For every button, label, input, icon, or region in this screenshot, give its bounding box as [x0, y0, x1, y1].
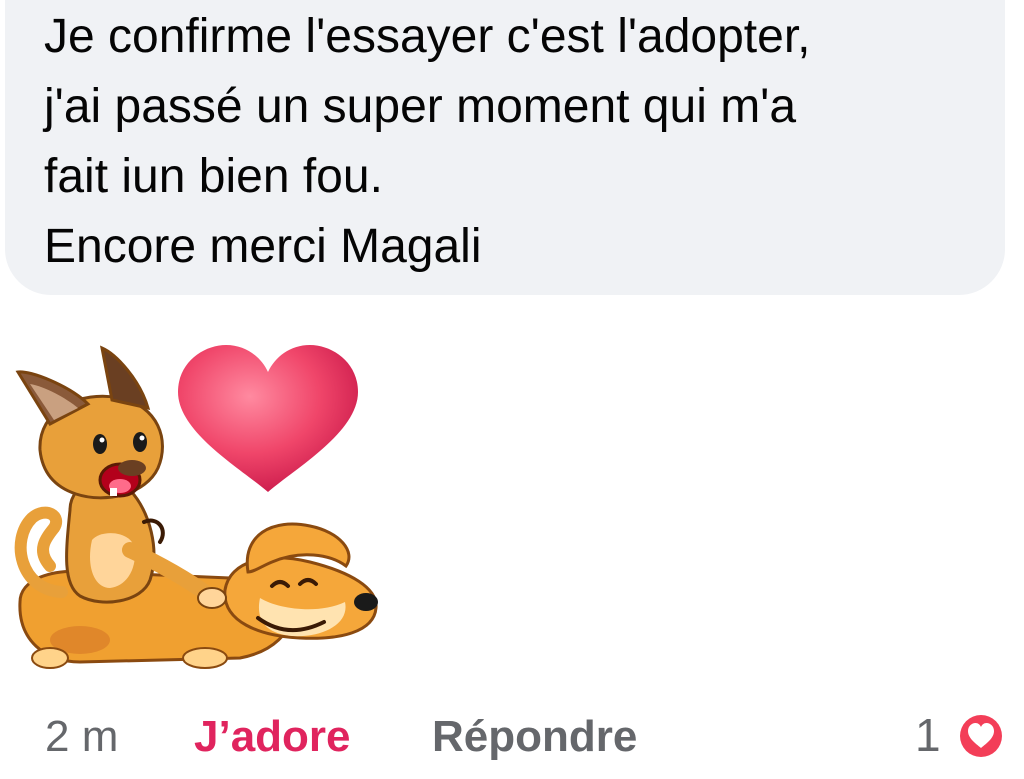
- comment-line: fait iun bien fou.: [44, 150, 383, 203]
- reaction-count[interactable]: 1: [915, 708, 941, 762]
- comment-line: Je confirme l'essayer c'est l'adopter,: [44, 10, 811, 63]
- comment-text: Je confirme l'essayer c'est l'adopter, j…: [44, 2, 994, 282]
- cat-and-dog-love-sticker[interactable]: [10, 340, 390, 680]
- reply-button[interactable]: Répondre: [432, 712, 637, 762]
- comment-line: Encore merci Magali: [44, 220, 482, 273]
- heart-reaction-icon[interactable]: [955, 710, 1007, 762]
- comment-footer: 2 m J’adore Répondre 1: [0, 700, 1024, 770]
- heart-icon: [178, 345, 358, 492]
- comment-line: j'ai passé un super moment qui m'a: [44, 80, 797, 133]
- love-reaction-button[interactable]: J’adore: [194, 712, 351, 762]
- timestamp: 2 m: [45, 712, 119, 761]
